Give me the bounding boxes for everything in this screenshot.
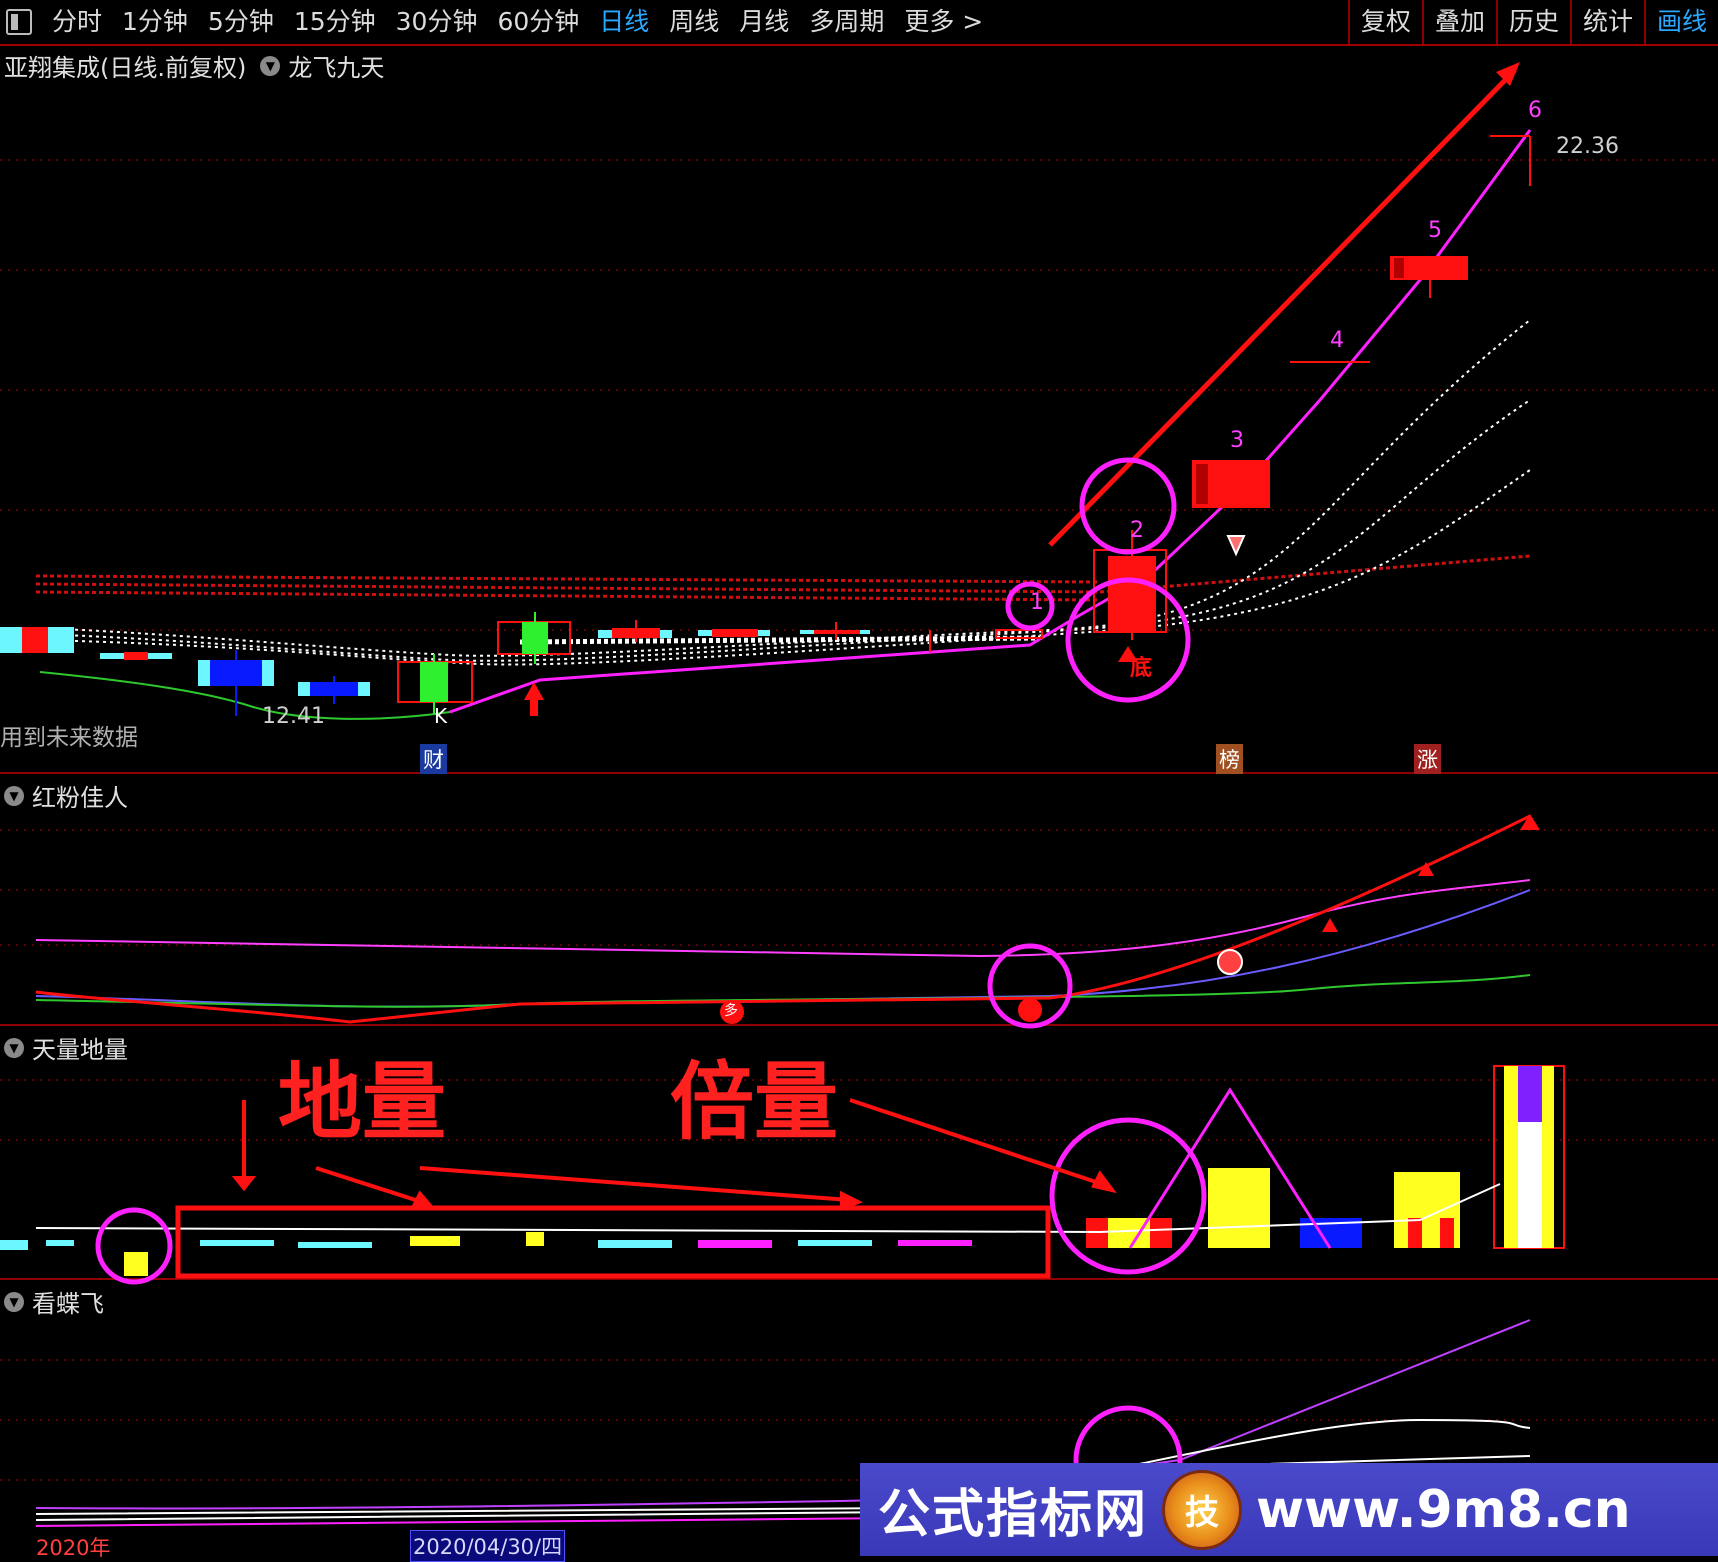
high-price-label: 22.36 <box>1556 134 1619 159</box>
finance-badge[interactable]: 财 <box>420 744 447 774</box>
limit-up-badge[interactable]: 涨 <box>1414 744 1441 774</box>
moving-averages <box>39 319 1531 666</box>
low-price-label: 12.41 <box>262 704 325 729</box>
wave-number: 2 <box>1130 518 1144 543</box>
bottom-marker: 底 <box>1130 656 1153 681</box>
chart-canvas <box>0 62 1718 1527</box>
year-label: 2020年 <box>36 1536 111 1560</box>
wave-number: 3 <box>1230 428 1244 453</box>
watermark-banner: 公式指标网 技 www.9m8.cn <box>860 1463 1718 1556</box>
wave-number: 4 <box>1330 328 1344 353</box>
watermark-url: www.9m8.cn <box>1256 1479 1631 1540</box>
wave-number: 5 <box>1428 218 1442 243</box>
red-trend-arrow <box>1048 68 1517 547</box>
wave-number: 1 <box>1030 590 1044 615</box>
low-volume-annotation: 地量 <box>278 1053 447 1151</box>
watermark-brand: 公式指标网 <box>878 1485 1149 1545</box>
long-signal-icon <box>1018 998 1042 1022</box>
long-marker: 多 <box>724 1003 738 1019</box>
cursor-date-label: 2020/04/30/四 <box>410 1530 566 1562</box>
diamond-icon <box>1226 535 1246 557</box>
k-marker: K <box>434 704 448 728</box>
panel2-lines <box>35 814 1531 1024</box>
wave-number: 6 <box>1528 98 1542 123</box>
ranking-badge[interactable]: 榜 <box>1216 744 1243 774</box>
double-volume-annotation: 倍量 <box>670 1053 839 1151</box>
logo-icon: 技 <box>1162 1469 1243 1550</box>
panel3-circles <box>95 1117 1207 1285</box>
candlesticks <box>0 135 1531 716</box>
resistance-band <box>35 554 1531 602</box>
up-arrow-icon <box>524 646 1540 932</box>
ma-thick <box>519 635 1041 645</box>
price-gridlines <box>0 159 1718 1481</box>
signal-ball-icon <box>1217 949 1243 975</box>
